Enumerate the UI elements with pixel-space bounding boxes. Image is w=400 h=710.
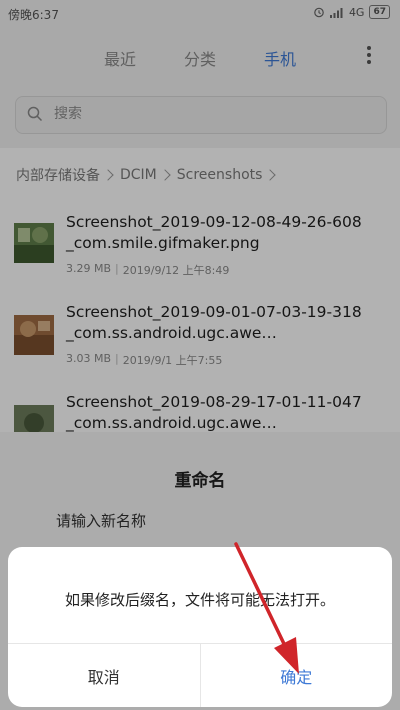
confirm-dialog: 如果修改后缀名，文件将可能无法打开。 取消 确定 [8,547,392,707]
cancel-button[interactable]: 取消 [8,644,201,707]
dialog-button-row: 取消 确定 [8,643,392,707]
confirm-message: 如果修改后缀名，文件将可能无法打开。 [64,591,335,609]
confirm-button[interactable]: 确定 [201,644,393,707]
